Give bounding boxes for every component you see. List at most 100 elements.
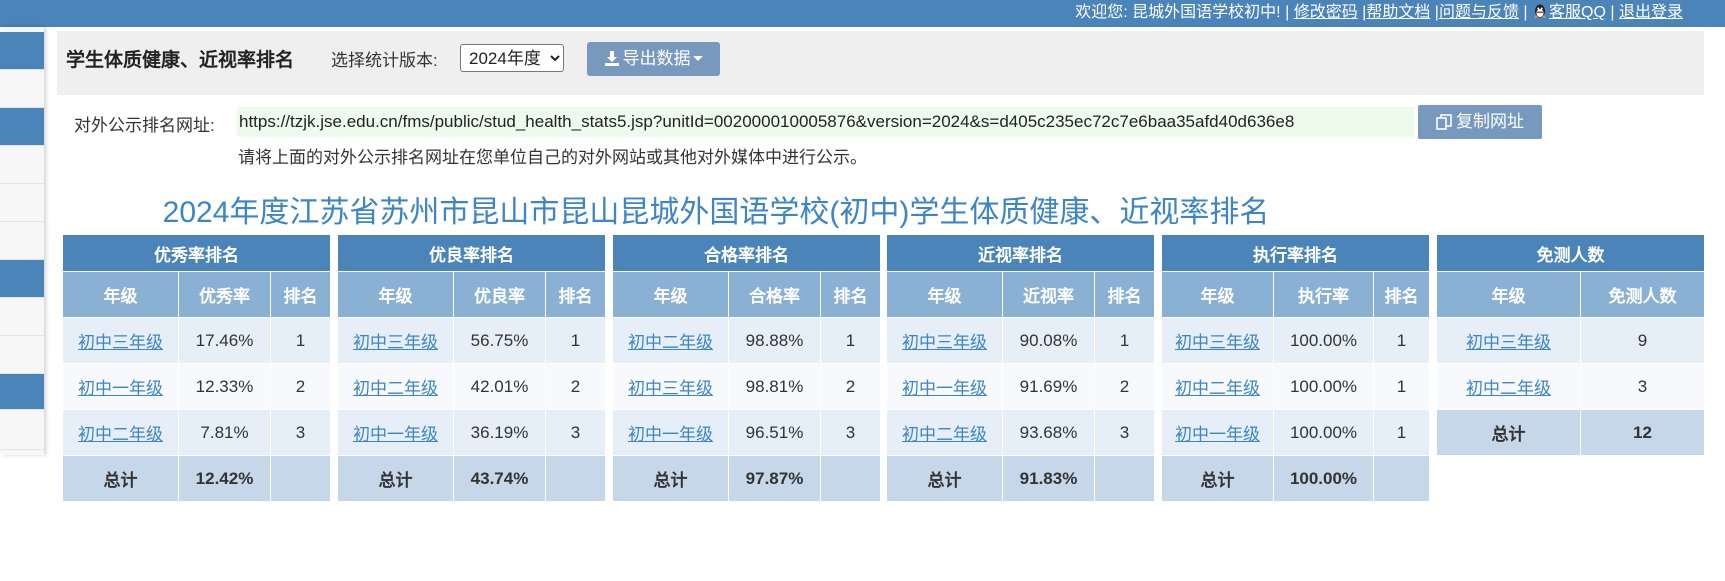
rank-cell: 1 xyxy=(1372,363,1431,410)
table-title: 执行率排名 xyxy=(1160,234,1431,272)
copy-icon xyxy=(1436,114,1452,130)
grade-link[interactable]: 初中二年级 xyxy=(628,333,713,352)
grade-link[interactable]: 初中一年级 xyxy=(902,379,987,398)
user-links: 欢迎您: 昆城外国语学校初中! | 修改密码 |帮助文档 |问题与反馈 | 客服… xyxy=(1075,2,1683,24)
empty-cell xyxy=(1093,455,1156,502)
sidebar-item[interactable] xyxy=(0,32,44,70)
column-header: 年级 xyxy=(62,271,179,318)
rate-cell: 17.46% xyxy=(178,317,271,364)
empty-cell xyxy=(1372,455,1431,502)
rate-cell: 98.81% xyxy=(728,363,821,410)
rank-cell: 3 xyxy=(269,409,332,456)
table-row: 初中一年级 91.69% 2 xyxy=(886,363,1156,410)
sidebar-item[interactable] xyxy=(0,70,44,108)
publish-hint: 请将上面的对外公示排名网址在您单位自己的对外网站或其他对外媒体中进行公示。 xyxy=(238,148,867,167)
table-row: 初中一年级 12.33% 2 xyxy=(62,363,332,410)
myopia-rate-table: 近视率排名 年级 近视率 排名 初中三年级 90.08% 1 初中一年级 91.69% 2 … xyxy=(885,234,1156,502)
public-url-field[interactable]: https://tzjk.jse.edu.cn/fms/public/stud_… xyxy=(237,107,1414,137)
total-value: 12.42% xyxy=(178,455,271,502)
rate-cell: 91.69% xyxy=(1002,363,1095,410)
toolbar: 学生体质健康、近视率排名 选择统计版本: 2024年度 导出数据 xyxy=(57,31,1704,95)
grade-link[interactable]: 初中三年级 xyxy=(1466,333,1551,352)
grade-link[interactable]: 初中一年级 xyxy=(628,425,713,444)
table-row: 初中二年级 98.88% 1 xyxy=(612,317,882,364)
export-data-button[interactable]: 导出数据 xyxy=(587,42,720,76)
grade-link[interactable]: 初中三年级 xyxy=(78,333,163,352)
grade-link[interactable]: 初中一年级 xyxy=(78,379,163,398)
grade-link[interactable]: 初中一年级 xyxy=(1175,425,1260,444)
copy-url-label: 复制网址 xyxy=(1456,112,1524,131)
sidebar-item[interactable] xyxy=(0,410,44,450)
table-title: 免测人数 xyxy=(1436,234,1705,272)
rank-cell: 1 xyxy=(544,317,607,364)
grade-link[interactable]: 初中一年级 xyxy=(353,425,438,444)
rank-cell: 2 xyxy=(544,363,607,410)
download-icon xyxy=(604,51,619,66)
table-row: 初中一年级 96.51% 3 xyxy=(612,409,882,456)
grade-link[interactable]: 初中二年级 xyxy=(902,425,987,444)
grade-link[interactable]: 初中二年级 xyxy=(1175,379,1260,398)
table-row: 初中三年级 17.46% 1 xyxy=(62,317,332,364)
separator: | xyxy=(1523,4,1528,21)
total-value: 91.83% xyxy=(1002,455,1095,502)
excellent-rate-table: 优秀率排名 年级 优秀率 排名 初中三年级 17.46% 1 初中一年级 12.33% 2 … xyxy=(61,234,332,502)
rate-cell: 96.51% xyxy=(728,409,821,456)
export-label: 导出数据 xyxy=(622,49,691,68)
column-header: 排名 xyxy=(819,271,882,318)
rank-cell: 2 xyxy=(819,363,882,410)
total-row: 总计 91.83% xyxy=(886,455,1156,502)
total-row: 总计 12.42% xyxy=(62,455,332,502)
sidebar-item[interactable] xyxy=(0,108,44,146)
rank-cell: 1 xyxy=(1372,409,1431,456)
qq-service-link[interactable]: 客服QQ xyxy=(1549,4,1606,21)
total-label: 总计 xyxy=(1436,409,1581,456)
column-header: 优良率 xyxy=(453,271,546,318)
rate-cell: 7.81% xyxy=(178,409,271,456)
total-value: 12 xyxy=(1580,409,1705,456)
empty-cell xyxy=(819,455,882,502)
sidebar xyxy=(0,27,44,455)
table-row: 初中二年级 100.00% 1 xyxy=(1161,363,1431,410)
sidebar-item[interactable] xyxy=(0,336,44,374)
column-header: 免测人数 xyxy=(1580,271,1705,318)
rank-cell: 1 xyxy=(819,317,882,364)
column-header: 年级 xyxy=(612,271,729,318)
empty-cell xyxy=(544,455,607,502)
grade-link[interactable]: 初中二年级 xyxy=(78,425,163,444)
total-label: 总计 xyxy=(886,455,1003,502)
sidebar-item[interactable] xyxy=(0,146,44,184)
sidebar-item[interactable] xyxy=(0,374,44,410)
logout-link[interactable]: 退出登录 xyxy=(1619,4,1683,21)
grade-link[interactable]: 初中三年级 xyxy=(628,379,713,398)
rank-cell: 1 xyxy=(1093,317,1156,364)
separator: | xyxy=(1285,4,1290,21)
rank-cell: 1 xyxy=(1372,317,1431,364)
version-select[interactable]: 2024年度 xyxy=(460,44,564,72)
sidebar-item[interactable] xyxy=(0,298,44,336)
table-title: 优良率排名 xyxy=(336,234,607,272)
rank-cell: 1 xyxy=(269,317,332,364)
caret-down-icon xyxy=(692,56,703,61)
rank-cell: 3 xyxy=(544,409,607,456)
sidebar-item[interactable] xyxy=(0,260,44,298)
grade-link[interactable]: 初中三年级 xyxy=(902,333,987,352)
copy-url-button[interactable]: 复制网址 xyxy=(1418,105,1542,139)
column-header: 合格率 xyxy=(728,271,821,318)
total-value: 43.74% xyxy=(453,455,546,502)
table-row: 初中三年级 56.75% 1 xyxy=(337,317,607,364)
separator: | xyxy=(1610,4,1615,21)
table-row: 初中三年级 98.81% 2 xyxy=(612,363,882,410)
grade-link[interactable]: 初中二年级 xyxy=(1466,379,1551,398)
exempt-count-table: 免测人数 年级 免测人数 初中三年级 9 初中二年级 3 总计 12 xyxy=(1436,234,1705,456)
help-link[interactable]: 帮助文档 xyxy=(1366,4,1430,21)
table-title: 近视率排名 xyxy=(885,234,1156,272)
good-rate-table: 优良率排名 年级 优良率 排名 初中三年级 56.75% 1 初中二年级 42.01% 2 … xyxy=(336,234,607,502)
grade-link[interactable]: 初中三年级 xyxy=(1175,333,1260,352)
column-header: 优秀率 xyxy=(178,271,271,318)
count-cell: 9 xyxy=(1580,317,1705,364)
grade-link[interactable]: 初中二年级 xyxy=(353,379,438,398)
change-password-link[interactable]: 修改密码 xyxy=(1294,4,1358,21)
grade-link[interactable]: 初中三年级 xyxy=(353,333,438,352)
feedback-link[interactable]: 问题与反馈 xyxy=(1439,4,1519,21)
rate-cell: 56.75% xyxy=(453,317,546,364)
